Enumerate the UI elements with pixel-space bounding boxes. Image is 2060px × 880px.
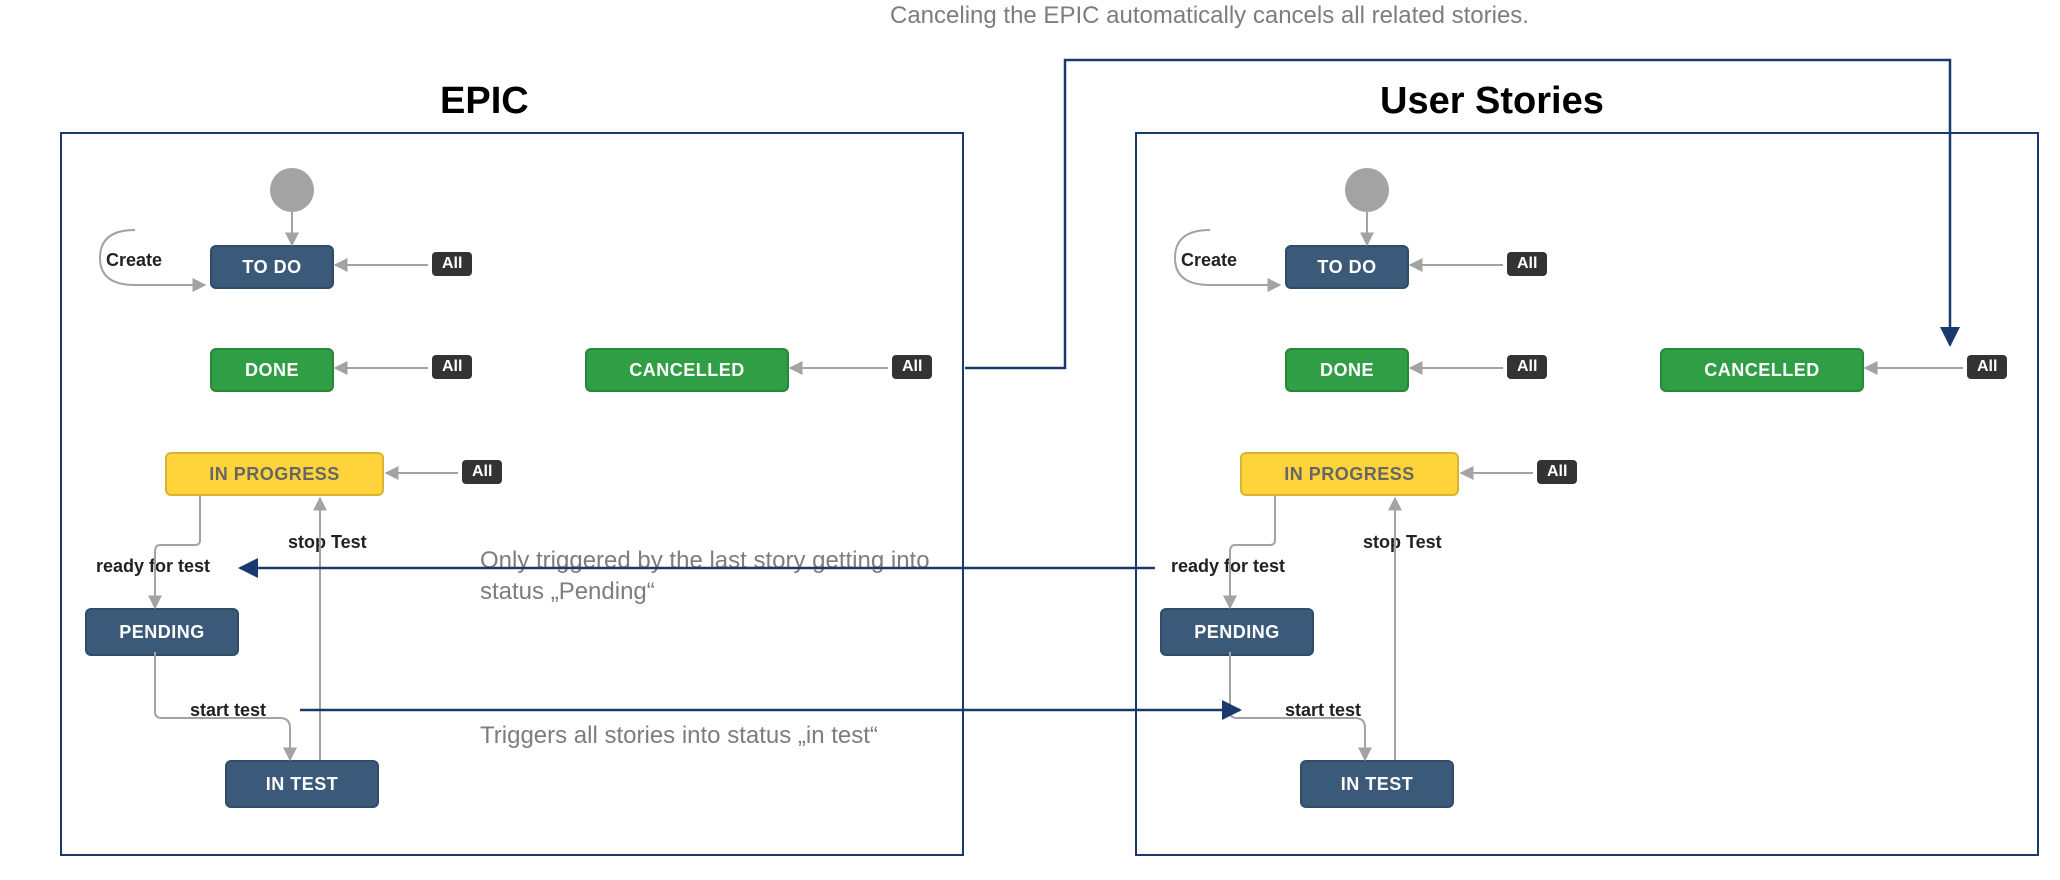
arrows: [0, 0, 2060, 880]
